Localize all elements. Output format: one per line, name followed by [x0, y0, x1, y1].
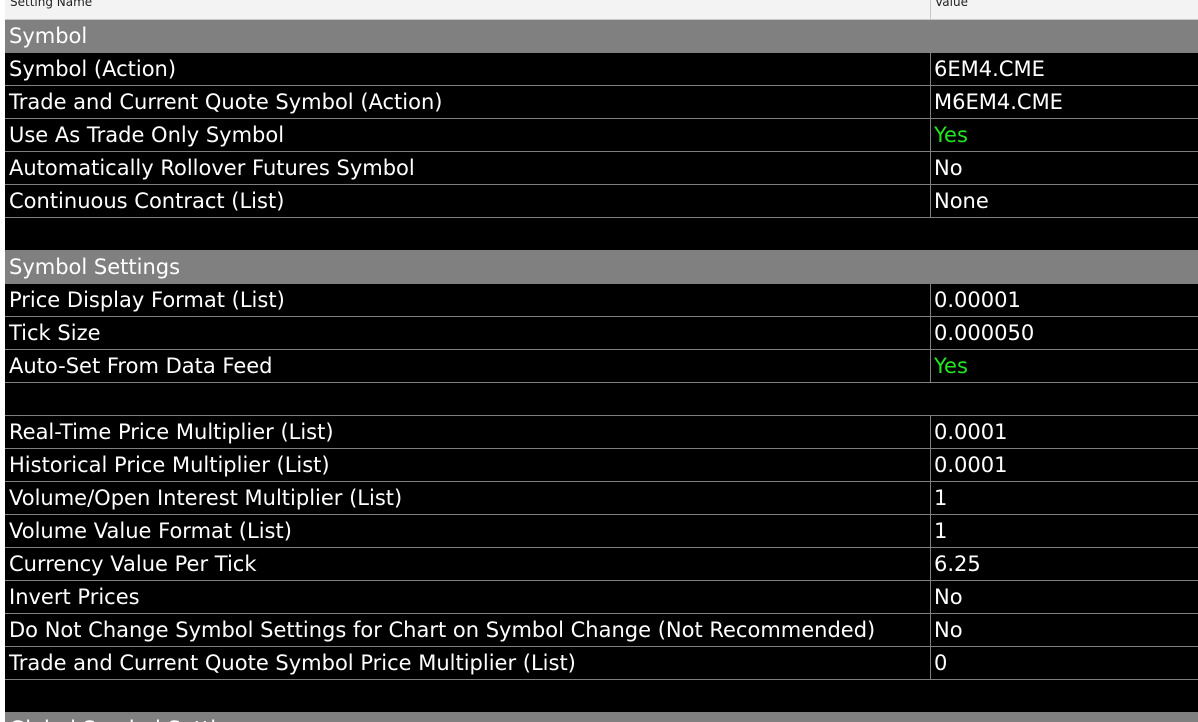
- setting-row[interactable]: Symbol (Action) 6EM4.CME: [5, 53, 1198, 86]
- setting-name: Volume Value Format (List): [9, 519, 292, 543]
- blank-row: [5, 680, 1198, 713]
- setting-name: Invert Prices: [9, 585, 140, 609]
- setting-value[interactable]: 0.0001: [930, 449, 1198, 481]
- setting-name: Real-Time Price Multiplier (List): [9, 420, 334, 444]
- setting-name: Currency Value Per Tick: [9, 552, 257, 576]
- column-header: Setting Name Value: [5, 0, 1198, 20]
- setting-row[interactable]: Volume Value Format (List) 1: [5, 515, 1198, 548]
- column-header-value[interactable]: Value: [935, 0, 968, 9]
- section-title: Symbol: [9, 24, 88, 48]
- setting-row[interactable]: Trade and Current Quote Symbol Price Mul…: [5, 647, 1198, 680]
- setting-value[interactable]: No: [930, 581, 1198, 613]
- section-title: Global Symbol Settings: [9, 713, 254, 722]
- column-divider[interactable]: [930, 0, 931, 19]
- setting-row[interactable]: Currency Value Per Tick 6.25: [5, 548, 1198, 581]
- setting-value[interactable]: Yes: [930, 119, 1198, 151]
- setting-value[interactable]: No: [930, 614, 1198, 646]
- setting-value[interactable]: 6.25: [930, 548, 1198, 580]
- setting-name: Price Display Format (List): [9, 288, 285, 312]
- setting-name: Do Not Change Symbol Settings for Chart …: [9, 618, 876, 642]
- setting-row[interactable]: Trade and Current Quote Symbol (Action) M…: [5, 86, 1198, 119]
- settings-grid: Setting Name Value Symbol Symbol (Action)…: [5, 0, 1198, 722]
- section-title: Symbol Settings: [9, 255, 181, 279]
- setting-row[interactable]: Continuous Contract (List) None: [5, 185, 1198, 218]
- setting-value[interactable]: None: [930, 185, 1198, 217]
- setting-value[interactable]: 0.000050: [930, 317, 1198, 349]
- setting-row[interactable]: Price Display Format (List) 0.00001: [5, 284, 1198, 317]
- setting-name: Symbol (Action): [9, 57, 177, 81]
- section-header[interactable]: Symbol: [5, 20, 1198, 53]
- setting-name: Trade and Current Quote Symbol (Action): [9, 90, 443, 114]
- setting-name: Use As Trade Only Symbol: [9, 123, 285, 147]
- setting-value[interactable]: Yes: [930, 350, 1198, 382]
- setting-value[interactable]: 1: [930, 515, 1198, 547]
- setting-name: Volume/Open Interest Multiplier (List): [9, 486, 403, 510]
- section-header[interactable]: Global Symbol Settings: [5, 713, 1198, 722]
- setting-name: Tick Size: [9, 321, 101, 345]
- setting-row[interactable]: Automatically Rollover Futures Symbol No: [5, 152, 1198, 185]
- column-header-setting-name[interactable]: Setting Name: [10, 0, 92, 9]
- setting-name: Trade and Current Quote Symbol Price Mul…: [9, 651, 576, 675]
- blank-row: [5, 383, 1198, 416]
- setting-name: Auto-Set From Data Feed: [9, 354, 273, 378]
- setting-value[interactable]: 6EM4.CME: [930, 53, 1198, 85]
- blank-row: [5, 218, 1198, 251]
- setting-value[interactable]: 1: [930, 482, 1198, 514]
- setting-value[interactable]: 0: [930, 647, 1198, 679]
- setting-row[interactable]: Volume/Open Interest Multiplier (List) 1: [5, 482, 1198, 515]
- setting-value[interactable]: 0.00001: [930, 284, 1198, 316]
- setting-row[interactable]: Do Not Change Symbol Settings for Chart …: [5, 614, 1198, 647]
- setting-row[interactable]: Auto-Set From Data Feed Yes: [5, 350, 1198, 383]
- section-header[interactable]: Symbol Settings: [5, 251, 1198, 284]
- settings-rows: Symbol Symbol (Action) 6EM4.CME Trade and C…: [5, 20, 1198, 722]
- setting-value[interactable]: No: [930, 152, 1198, 184]
- setting-value[interactable]: M6EM4.CME: [930, 86, 1198, 118]
- setting-row[interactable]: Tick Size 0.000050: [5, 317, 1198, 350]
- setting-name: Historical Price Multiplier (List): [9, 453, 330, 477]
- setting-row[interactable]: Invert Prices No: [5, 581, 1198, 614]
- setting-row[interactable]: Use As Trade Only Symbol Yes: [5, 119, 1198, 152]
- setting-row[interactable]: Real-Time Price Multiplier (List) 0.0001: [5, 416, 1198, 449]
- setting-value[interactable]: 0.0001: [930, 416, 1198, 448]
- setting-name: Automatically Rollover Futures Symbol: [9, 156, 415, 180]
- setting-name: Continuous Contract (List): [9, 189, 285, 213]
- setting-row[interactable]: Historical Price Multiplier (List) 0.0001: [5, 449, 1198, 482]
